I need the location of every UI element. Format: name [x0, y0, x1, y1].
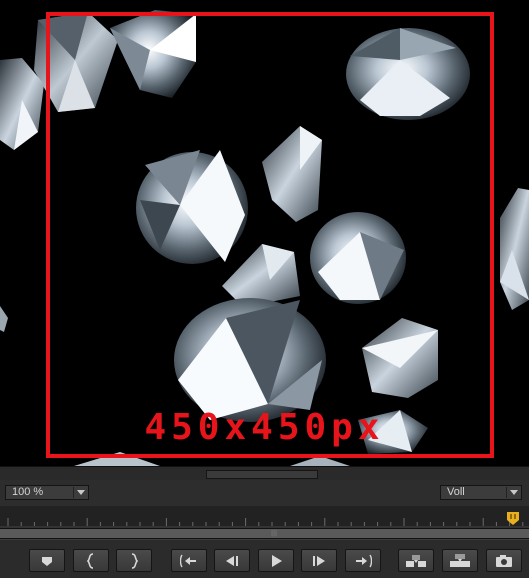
- viewer-splitter[interactable]: [0, 466, 529, 480]
- mark-out-brace-icon: [131, 552, 139, 569]
- play-button[interactable]: [258, 549, 294, 572]
- insert-button[interactable]: [398, 549, 434, 572]
- export-frame-button[interactable]: [486, 549, 522, 572]
- chevron-down-icon: [77, 490, 85, 495]
- mark-out-button[interactable]: [116, 549, 152, 572]
- mark-in-brace-icon: [86, 552, 94, 569]
- ruler-ticks: [0, 518, 529, 528]
- keyframe-icon: [42, 556, 52, 566]
- diamond-shape: [0, 306, 8, 332]
- diamond-shape: [500, 188, 529, 310]
- mark-in-button[interactable]: [73, 549, 109, 572]
- dropdown-separator: [506, 487, 507, 498]
- step-forward-button[interactable]: [301, 549, 337, 572]
- go-to-in-button[interactable]: [171, 549, 207, 572]
- monitor-control-row: 100 % Voll: [0, 480, 529, 506]
- size-overlay-label: 450x450px: [144, 407, 385, 448]
- overwrite-icon: [450, 553, 470, 567]
- program-monitor-viewer[interactable]: 450x450px: [0, 0, 529, 466]
- size-guide-frame: [46, 12, 494, 458]
- go-to-out-button[interactable]: [345, 549, 381, 572]
- zoom-level-value: 100 %: [12, 486, 44, 498]
- overwrite-button[interactable]: [442, 549, 478, 572]
- dropdown-separator: [73, 487, 74, 498]
- camera-icon: [496, 554, 512, 567]
- step-back-button[interactable]: [214, 549, 250, 572]
- transport-controls: [0, 539, 529, 578]
- splitter-handle[interactable]: [206, 470, 318, 479]
- go-to-in-icon: [180, 554, 196, 567]
- timeline-scrollbar[interactable]: |||: [0, 528, 529, 539]
- resolution-value: Voll: [447, 486, 465, 498]
- scrollbar-grip-icon[interactable]: |||: [271, 531, 277, 537]
- time-ruler[interactable]: [0, 506, 529, 528]
- resolution-dropdown[interactable]: Voll: [440, 485, 522, 500]
- zoom-level-dropdown[interactable]: 100 %: [5, 485, 89, 500]
- step-back-icon: [226, 555, 238, 566]
- insert-icon: [406, 554, 426, 567]
- go-to-out-icon: [356, 554, 372, 567]
- set-keyframe-button[interactable]: [29, 549, 65, 572]
- play-icon: [272, 554, 282, 567]
- playhead-marker[interactable]: [507, 512, 519, 526]
- chevron-down-icon: [510, 490, 518, 495]
- step-forward-icon: [313, 555, 325, 566]
